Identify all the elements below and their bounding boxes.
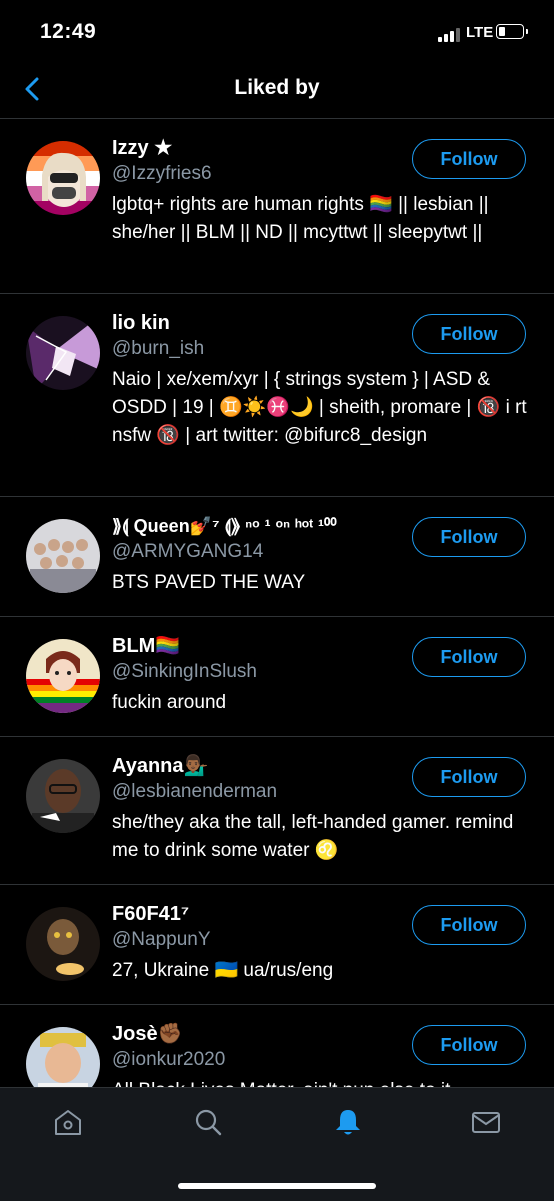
- header: Liked by: [0, 62, 554, 119]
- notifications-icon[interactable]: [332, 1106, 364, 1138]
- battery-icon: [496, 24, 528, 39]
- avatar[interactable]: [26, 639, 100, 713]
- user-list[interactable]: Izzy ★ @Izzyfries6 lgbtq+ rights are hum…: [0, 119, 554, 1087]
- user-bio: she/they aka the tall, left-handed gamer…: [112, 812, 514, 861]
- search-icon[interactable]: [192, 1106, 224, 1138]
- status-time: 12:49: [40, 20, 97, 43]
- follow-button[interactable]: Follow: [412, 517, 526, 557]
- follow-button[interactable]: Follow: [412, 905, 526, 945]
- list-item[interactable]: Ayanna💁🏾‍♂️ @lesbianenderman she/they ak…: [0, 737, 554, 885]
- list-item[interactable]: F60F41⁷ @NappunY 27, Ukraine 🇺🇦 ua/rus/e…: [0, 885, 554, 1005]
- avatar[interactable]: [26, 519, 100, 593]
- list-item[interactable]: Josè✊🏾 @ionkur2020 All Black Lives Matte…: [0, 1005, 554, 1087]
- follow-button[interactable]: Follow: [412, 1025, 526, 1065]
- home-indicator: [178, 1183, 376, 1189]
- user-bio: fuckin around: [112, 692, 227, 713]
- list-item[interactable]: ⟫⟬ Queen💅⁷ ⟬⟫ ⁿᵒ ¹ ᵒⁿ ʰᵒᵗ ¹⁰⁰ @ARMYGANG1…: [0, 497, 554, 617]
- avatar[interactable]: [26, 316, 100, 390]
- messages-icon[interactable]: [470, 1106, 502, 1138]
- follow-button[interactable]: Follow: [412, 637, 526, 677]
- avatar[interactable]: [26, 1027, 100, 1087]
- user-bio: 27, Ukraine 🇺🇦 ua/rus/eng: [112, 960, 334, 981]
- list-item[interactable]: Izzy ★ @Izzyfries6 lgbtq+ rights are hum…: [0, 119, 554, 294]
- list-item[interactable]: lio kin @burn_ish Naio | xe/xem/xyr | { …: [0, 294, 554, 497]
- user-bio: lgbtq+ rights are human rights 🏳️‍🌈 || l…: [112, 194, 489, 243]
- follow-button[interactable]: Follow: [412, 139, 526, 179]
- home-icon[interactable]: [52, 1106, 84, 1138]
- avatar[interactable]: [26, 759, 100, 833]
- follow-button[interactable]: Follow: [412, 314, 526, 354]
- avatar[interactable]: [26, 907, 100, 981]
- signal-icon: [438, 26, 462, 42]
- user-bio: Naio | xe/xem/xyr | { strings system } |…: [112, 369, 527, 446]
- user-bio: BTS PAVED THE WAY: [112, 572, 306, 593]
- avatar[interactable]: [26, 141, 100, 215]
- status-bar: 12:49 LTE: [0, 0, 554, 62]
- network-label: LTE: [466, 24, 494, 41]
- follow-button[interactable]: Follow: [412, 757, 526, 797]
- user-bio: All Black Lives Matter, ain't nun else t…: [112, 1077, 532, 1087]
- list-item[interactable]: BLM🏳️‍🌈 @SinkingInSlush fuckin around Fo…: [0, 617, 554, 737]
- page-title: Liked by: [234, 76, 320, 99]
